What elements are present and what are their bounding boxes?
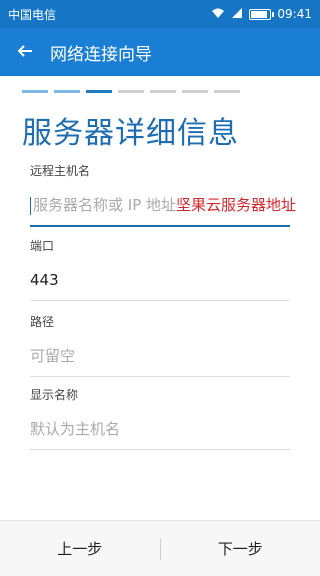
- port-label: 端口: [30, 239, 55, 253]
- text-caret: [30, 196, 31, 215]
- port-underline: [30, 300, 290, 301]
- bottom-nav-bar: 上一步 下一步: [0, 520, 320, 576]
- path-field[interactable]: 路径 可留空: [30, 313, 290, 377]
- port-input[interactable]: 443: [30, 268, 290, 292]
- app-bar: 网络连接向导: [0, 28, 320, 76]
- step-indicator: [54, 90, 80, 93]
- display-name-underline: [30, 449, 290, 450]
- remote-host-label: 远程主机名: [30, 164, 91, 178]
- step-indicator: [22, 90, 48, 93]
- app-bar-title: 网络连接向导: [50, 44, 152, 65]
- cell-signal-icon: [231, 7, 243, 22]
- remote-host-underline: [30, 225, 290, 227]
- step-indicator: [86, 90, 112, 93]
- progress-steps: [22, 90, 240, 93]
- next-step-button[interactable]: 下一步: [161, 538, 320, 559]
- display-name-input[interactable]: 默认为主机名: [30, 417, 290, 441]
- remote-host-field[interactable]: 远程主机名 服务器名称或 IP 地址坚果云服务器地址: [30, 162, 296, 227]
- display-name-field[interactable]: 显示名称 默认为主机名: [30, 386, 290, 450]
- annotation-hint: 坚果云服务器地址: [176, 196, 297, 214]
- wifi-icon: [211, 7, 225, 22]
- status-bar: 中国电信 09:41: [0, 0, 320, 28]
- carrier-name: 中国电信: [8, 7, 57, 22]
- port-field[interactable]: 端口 443: [30, 237, 290, 301]
- display-name-label: 显示名称: [30, 388, 79, 402]
- previous-step-button[interactable]: 上一步: [0, 538, 160, 559]
- page-title: 服务器详细信息: [22, 116, 239, 151]
- step-indicator: [214, 90, 240, 93]
- path-underline: [30, 376, 290, 377]
- back-arrow-icon[interactable]: [0, 40, 50, 64]
- clock: 09:41: [277, 7, 312, 21]
- step-indicator: [182, 90, 208, 93]
- remote-host-input[interactable]: 服务器名称或 IP 地址: [33, 196, 176, 214]
- step-indicator: [150, 90, 176, 93]
- battery-icon: [249, 8, 275, 20]
- step-indicator: [118, 90, 144, 93]
- path-label: 路径: [30, 315, 55, 329]
- path-input[interactable]: 可留空: [30, 344, 290, 368]
